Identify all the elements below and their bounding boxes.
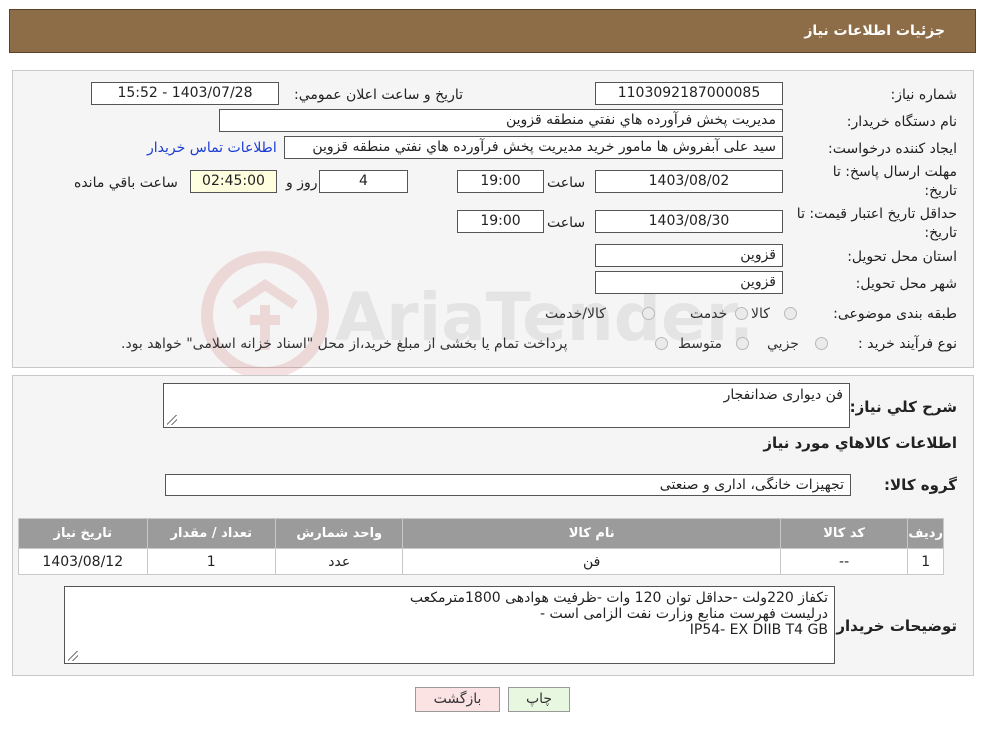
deadline-label-2: تاريخ: bbox=[924, 183, 957, 199]
cell-row: 1 bbox=[907, 548, 944, 575]
validity-date-field: 1403/08/30 bbox=[595, 210, 783, 233]
need-number-field: 1103092187000085 bbox=[595, 82, 783, 105]
buyer-notes-field: تکفاز 220ولت -حداقل توان 120 وات -ظرفيت … bbox=[64, 586, 835, 664]
cell-date: 1403/08/12 bbox=[18, 548, 148, 575]
purchase-type-label: نوع فرآيند خريد : bbox=[858, 336, 957, 352]
summary-text: فن ديواری ضدانفجار bbox=[723, 387, 843, 403]
creator-field: سيد علی آبفروش ها مامور خريد مديريت پخش … bbox=[284, 136, 783, 159]
category-label: طبقه بندی موضوعی: bbox=[833, 306, 957, 322]
purchase-minor-radio[interactable] bbox=[815, 337, 828, 350]
cell-qty: 1 bbox=[146, 548, 277, 575]
goods-table: رديف کد کالا نام کالا واحد شمارش تعداد /… bbox=[18, 518, 944, 575]
category-both-radio[interactable] bbox=[642, 307, 655, 320]
page-header: جزئيات اطلاعات نياز bbox=[9, 9, 976, 53]
cell-name: فن bbox=[402, 548, 781, 575]
purchase-medium-label: متوسط bbox=[678, 336, 722, 352]
buyer-notes-line-1: تکفاز 220ولت -حداقل توان 120 وات -ظرفيت … bbox=[409, 590, 828, 606]
table-row: 1 -- فن عدد 1 1403/08/12 bbox=[18, 548, 944, 575]
validity-time-label: ساعت bbox=[547, 215, 586, 231]
deadline-date-field: 1403/08/02 bbox=[595, 170, 783, 193]
deadline-time-field: 19:00 bbox=[457, 170, 544, 193]
buyer-org-field: مديريت پخش فرآورده هاي نفتي منطقه قزوين bbox=[219, 109, 783, 132]
buyer-notes-label: توضيحات خريدار: bbox=[830, 617, 957, 635]
validity-label-2: تاريخ: bbox=[924, 225, 957, 241]
buyer-contact-link[interactable]: اطلاعات تماس خريدار bbox=[147, 140, 277, 156]
remaining-time-field: 02:45:00 bbox=[190, 170, 277, 193]
col-name: نام کالا bbox=[402, 518, 781, 549]
col-code: کد کالا bbox=[779, 518, 909, 549]
city-field: قزوين bbox=[595, 271, 783, 294]
announce-label: تاريخ و ساعت اعلان عمومي: bbox=[294, 87, 463, 103]
col-qty: تعداد / مقدار bbox=[146, 518, 277, 549]
days-label: روز و bbox=[286, 175, 318, 191]
back-button[interactable]: بازگشت bbox=[415, 687, 500, 712]
category-service-radio[interactable] bbox=[735, 307, 748, 320]
province-label: استان محل تحويل: bbox=[847, 249, 957, 265]
category-goods-label: کالا bbox=[751, 306, 770, 322]
resize-grip-icon[interactable] bbox=[68, 651, 78, 661]
province-field: قزوين bbox=[595, 244, 783, 267]
announce-field: 1403/07/28 - 15:52 bbox=[91, 82, 279, 105]
goods-info-title: اطلاعات کالاهاي مورد نياز bbox=[763, 434, 957, 452]
purchase-medium-radio[interactable] bbox=[736, 337, 749, 350]
cell-unit: عدد bbox=[274, 548, 404, 575]
page-title: جزئيات اطلاعات نياز bbox=[804, 23, 945, 39]
validity-label: حداقل تاريخ اعتبار قيمت: تا bbox=[796, 206, 957, 222]
col-row: رديف bbox=[907, 518, 944, 549]
deadline-label: مهلت ارسال پاسخ: تا bbox=[832, 164, 957, 180]
col-date: تاريخ نياز bbox=[18, 518, 148, 549]
group-label: گروه کالا: bbox=[884, 476, 957, 494]
print-button[interactable]: چاپ bbox=[508, 687, 570, 712]
buyer-notes-line-2: درليست فهرست منابع وزارت نفت الزامی است … bbox=[540, 606, 828, 622]
deadline-time-label: ساعت bbox=[547, 175, 586, 191]
city-label: شهر محل تحويل: bbox=[855, 276, 957, 292]
purchase-treasury-radio[interactable] bbox=[655, 337, 668, 350]
summary-label: شرح کلي نياز: bbox=[849, 398, 957, 416]
cell-code: -- bbox=[779, 548, 909, 575]
buyer-notes-line-3: IP54- EX DIIB T4 GB bbox=[689, 622, 828, 638]
summary-field: فن ديواری ضدانفجار bbox=[163, 383, 850, 428]
buyer-org-label: نام دستگاه خريدار: bbox=[846, 114, 957, 130]
category-service-label: خدمت bbox=[690, 306, 728, 322]
category-both-label: کالا/خدمت bbox=[545, 306, 606, 322]
category-goods-radio[interactable] bbox=[784, 307, 797, 320]
purchase-minor-label: جزيي bbox=[767, 336, 799, 352]
resize-grip-icon[interactable] bbox=[167, 415, 177, 425]
validity-time-field: 19:00 bbox=[457, 210, 544, 233]
creator-label: ايجاد کننده درخواست: bbox=[828, 141, 957, 157]
remaining-label: ساعت باقي مانده bbox=[74, 175, 178, 191]
col-unit: واحد شمارش bbox=[274, 518, 404, 549]
table-header-row: رديف کد کالا نام کالا واحد شمارش تعداد /… bbox=[18, 518, 944, 549]
days-field: 4 bbox=[319, 170, 408, 193]
purchase-note: پرداخت تمام يا بخشی از مبلغ خريد،از محل … bbox=[121, 336, 568, 352]
need-number-label: شماره نياز: bbox=[890, 87, 958, 103]
group-field: تجهيزات خانگی، اداری و صنعتی bbox=[165, 474, 851, 496]
